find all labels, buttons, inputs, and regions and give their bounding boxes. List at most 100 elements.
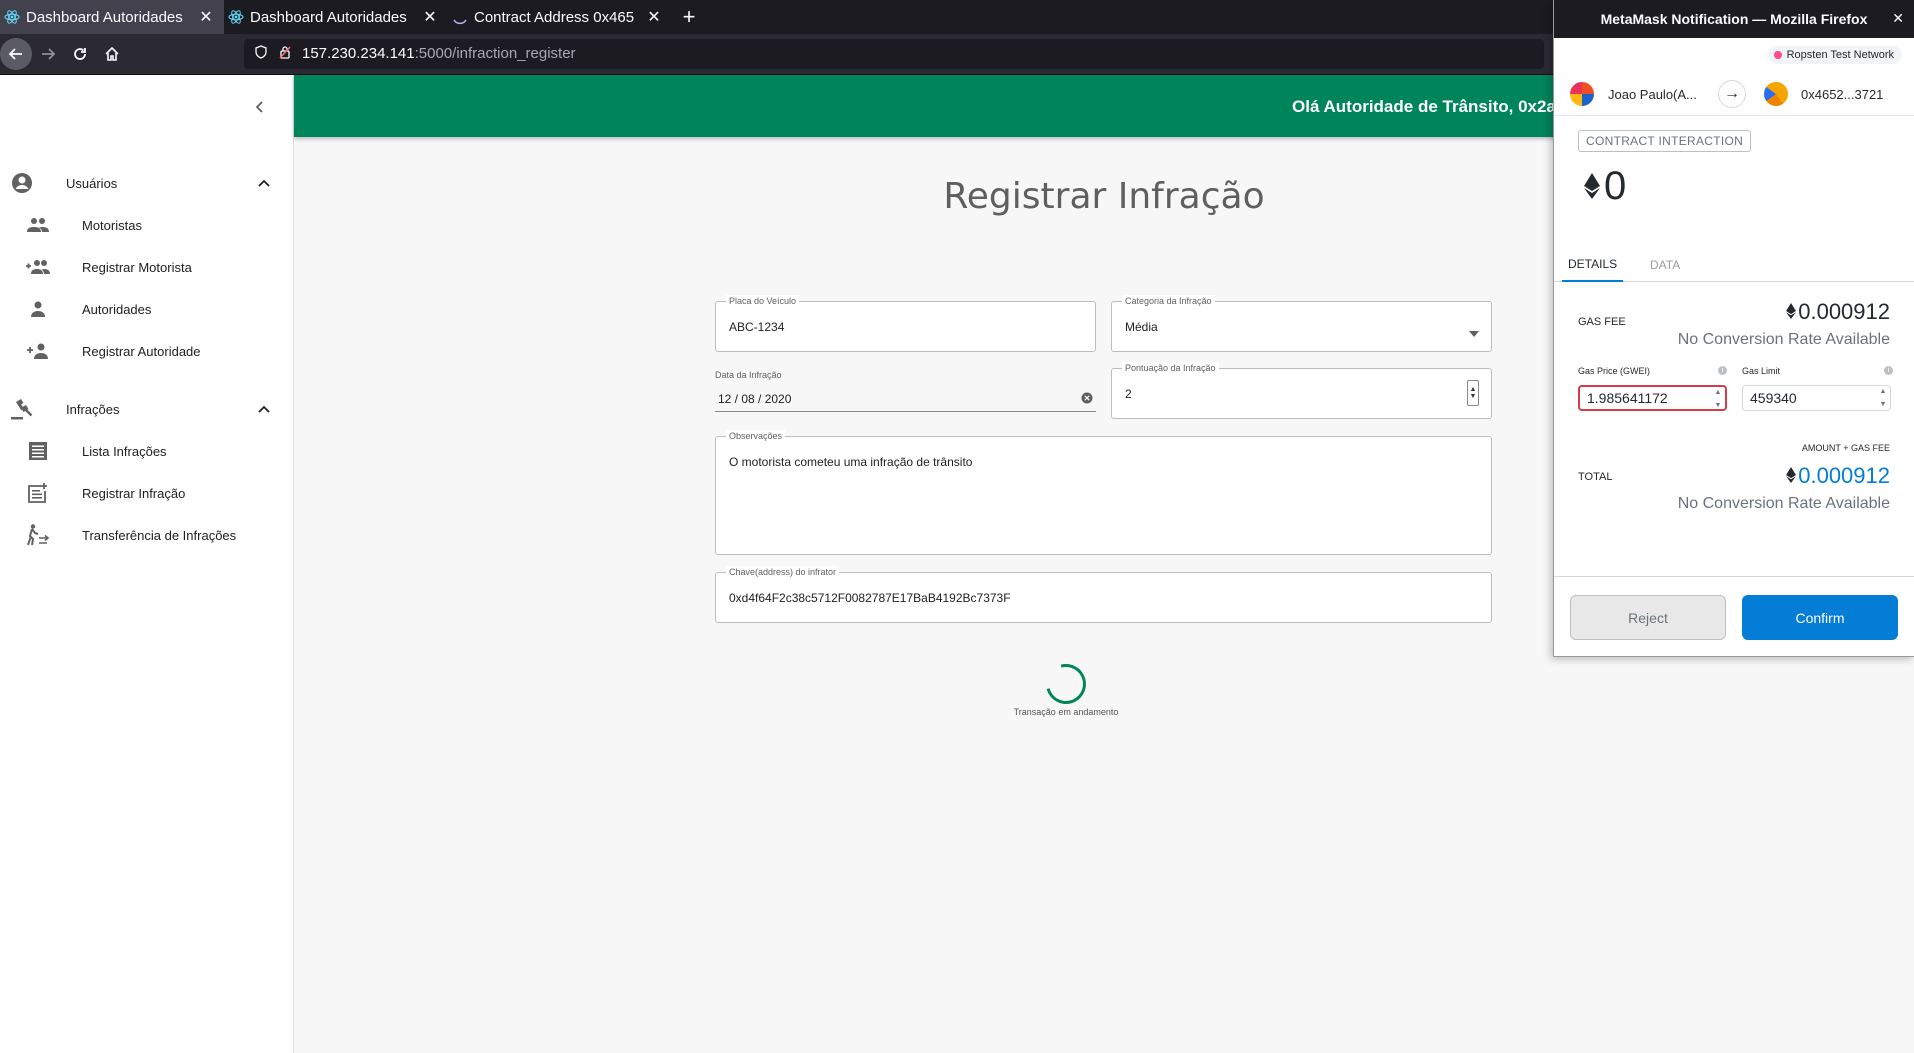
sidebar-item-label: Motoristas [82,217,142,233]
transaction-amount: 0 [1584,164,1626,209]
gas-price-label: Gas Price (GWEI) [1578,366,1651,376]
total-label: TOTAL [1578,471,1613,483]
react-favicon-icon [228,9,244,25]
notes-textarea[interactable]: Observações O motorista cometeu uma infr… [715,430,1492,555]
loading-spinner-icon [1038,656,1094,712]
info-icon[interactable]: i [1718,366,1727,375]
date-value: 12 / 08 / 2020 [718,392,792,406]
gas-price-input[interactable]: 1.985641172 ▲ ▼ [1578,385,1727,411]
from-account-name[interactable]: Joao Paulo(A... [1608,87,1697,102]
sidebar-item-autoridades[interactable]: Autoridades [0,290,294,328]
gas-fee-conversion: No Conversion Rate Available [1677,331,1890,348]
contract-interaction-badge: CONTRACT INTERACTION [1578,130,1752,152]
account-transfer-row: Joao Paulo(A... → 0x4652...3721 [1554,74,1914,116]
tab-details[interactable]: DETAILS [1562,248,1624,282]
gavel-icon [10,397,34,421]
sidebar-item-transferencia-infracoes[interactable]: Transferência de Infrações [0,516,294,554]
offender-address-value: 0xd4f64F2c38c5712F0082787E17BaB4192Bc737… [729,591,1011,605]
chevron-up-icon[interactable] [254,399,274,419]
points-label: Pontuação da Infração [1122,362,1219,374]
metamask-popup: MetaMask Notification — Mozilla Firefox … [1553,0,1914,657]
sidebar-item-registrar-infracao[interactable]: Registrar Infração [0,474,294,512]
sidebar-item-label: Registrar Infração [82,485,186,501]
number-stepper-icon[interactable]: ▲ ▼ [1467,380,1479,406]
points-value: 2 [1125,387,1132,401]
browser-tab[interactable]: Dashboard Autoridades ✕ [0,0,224,34]
network-name: Ropsten Test Network [1786,49,1894,61]
home-icon[interactable] [96,38,128,70]
url-bar[interactable]: 157.230.234.141:5000/infraction_register [244,39,1544,69]
dropdown-arrow-icon[interactable] [1469,324,1479,342]
offender-address-field[interactable]: Chave(address) do infrator 0xd4f64F2c38c… [715,566,1492,623]
gas-price-value: 1.985641172 [1587,390,1668,406]
chevron-up-icon[interactable] [254,173,274,193]
person-icon [26,297,50,321]
plate-label: Placa do Veículo [726,295,800,307]
total-value: 0.000912 [1798,463,1890,488]
points-field[interactable]: Pontuação da Infração 2 ▲ ▼ [1111,362,1492,419]
url-host: 157.230.234.141 [302,45,415,62]
total-amount: 0.000912 [1786,463,1890,489]
reject-button[interactable]: Reject [1570,595,1726,640]
gas-price-stepper-icon[interactable]: ▲ ▼ [1713,389,1723,409]
sidebar-item-lista-infracoes[interactable]: Lista Infrações [0,432,294,470]
date-field[interactable]: 12 / 08 / 2020 [715,382,1096,412]
offender-address-label: Chave(address) do infrator [726,566,840,578]
tab-data[interactable]: DATA [1650,248,1680,282]
url-path: :5000/infraction_register [414,45,576,62]
metamask-footer: Reject Confirm [1554,576,1914,656]
category-label: Categoria da Infração [1122,295,1215,307]
sidebar-group-usuarios[interactable]: Usuários [0,163,294,203]
gas-limit-value: 459340 [1750,390,1797,406]
tab-title: Dashboard Autoridades [250,8,407,26]
forward-arrow-icon[interactable] [32,38,64,70]
sidebar-item-label: Transferência de Infrações [82,527,237,543]
confirm-button[interactable]: Confirm [1742,595,1898,640]
sidebar-group-infracoes[interactable]: Infrações [0,389,294,429]
transfer-walk-icon [26,523,50,547]
gas-fee-value: 0.000912 [1798,299,1890,324]
sidebar-group-label: Usuários [66,175,118,191]
chevron-left-icon[interactable] [250,97,270,117]
new-tab-icon[interactable]: + [672,0,706,34]
clear-date-icon[interactable] [1081,391,1093,409]
plate-field[interactable]: Placa do Veículo ABC-1234 [715,295,1096,352]
shield-icon[interactable] [254,44,268,64]
ethereum-icon [1584,164,1600,209]
gas-limit-input[interactable]: 459340 ▲ ▼ [1742,385,1891,411]
tab-title: Dashboard Autoridades [26,8,183,26]
amount-value: 0 [1604,164,1627,208]
category-value: Média [1125,320,1158,334]
sidebar-group-label: Infrações [66,401,120,417]
ethereum-icon [1786,299,1797,325]
back-arrow-icon[interactable] [0,38,32,70]
reload-icon[interactable] [64,38,96,70]
gas-limit-stepper-icon[interactable]: ▲ ▼ [1878,388,1888,408]
transaction-status: Transação em andamento [1013,707,1119,717]
insecure-lock-icon[interactable] [278,45,292,64]
notes-label: Observações [726,430,786,442]
network-indicator[interactable]: Ropsten Test Network [1767,46,1902,64]
sidebar-item-registrar-motorista[interactable]: Registrar Motorista [0,248,294,286]
sidebar-item-label: Lista Infrações [82,443,167,459]
metamask-tabs: DETAILS DATA [1554,248,1914,282]
metamask-window-title: MetaMask Notification — Mozilla Firefox [1600,11,1868,27]
browser-tab[interactable]: Dashboard Autoridades ✕ [224,0,448,34]
sidebar: Usuários Motoristas Registrar Motorista … [0,75,294,1053]
info-icon[interactable]: i [1884,366,1893,375]
sidebar-item-registrar-autoridade[interactable]: Registrar Autoridade [0,332,294,370]
category-select[interactable]: Categoria da Infração Média [1111,295,1492,352]
person-add-icon [26,339,50,363]
ethereum-icon [1786,463,1797,489]
close-tab-icon[interactable]: ✕ [198,7,214,27]
close-tab-icon[interactable]: ✕ [646,7,662,27]
loading-favicon-icon [452,9,468,25]
close-window-icon[interactable]: ✕ [1892,10,1904,27]
to-account-address[interactable]: 0x4652...3721 [1801,87,1883,102]
browser-tab[interactable]: Contract Address 0x465 ✕ [448,0,672,34]
notes-value: O motorista cometeu uma infração de trân… [729,455,973,469]
arrow-right-icon: → [1718,80,1746,108]
sidebar-item-motoristas[interactable]: Motoristas [0,206,294,244]
close-tab-icon[interactable]: ✕ [422,7,438,27]
sidebar-item-label: Registrar Autoridade [82,343,201,359]
